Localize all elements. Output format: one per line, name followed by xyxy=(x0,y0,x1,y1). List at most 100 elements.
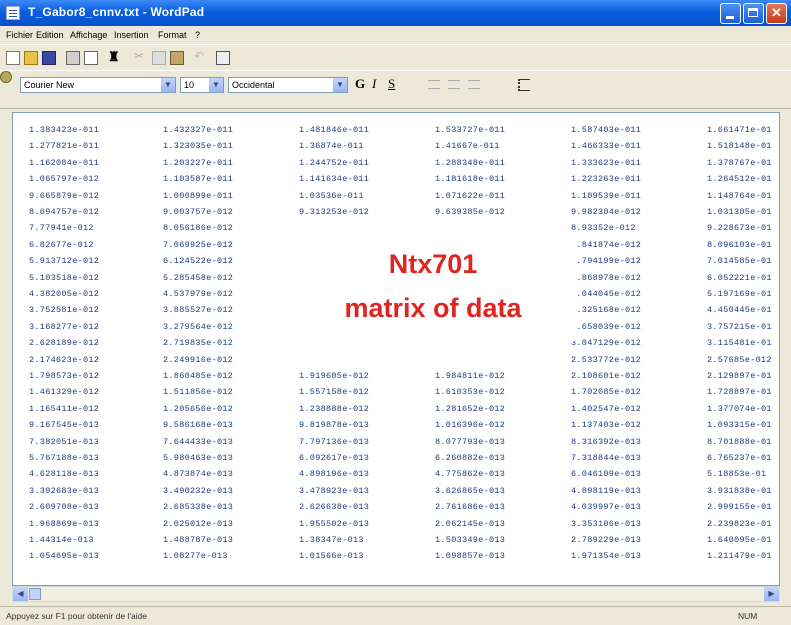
bullets-icon[interactable] xyxy=(518,79,530,91)
data-cell: 5.913712e-012 xyxy=(29,256,100,267)
document-text-area[interactable]: 1.383423e-011 1.432327e-011 1.481846e-011 1… xyxy=(12,112,780,586)
scroll-thumb[interactable] xyxy=(29,588,41,600)
horizontal-scrollbar[interactable]: ◀ ▶ xyxy=(12,586,780,602)
data-cell: 9.982304e-012 xyxy=(571,207,642,217)
maximize-button[interactable] xyxy=(743,3,764,24)
data-cell: 3.752581e-012 xyxy=(29,305,100,316)
open-folder-icon[interactable] xyxy=(24,51,38,65)
binoculars-icon[interactable]: ♜ xyxy=(108,49,122,64)
floppy-save-icon[interactable] xyxy=(42,51,56,65)
data-row: 2.609708e-013 2.685338e-013 2.626638e-013 2… xyxy=(13,502,779,515)
data-row: 1.277821e-011 1.323035e-011 1.36874e-011 1.… xyxy=(13,141,779,154)
annotation-overlay: Ntx701 matrix of data xyxy=(288,237,578,341)
bold-button[interactable]: G xyxy=(355,76,365,92)
menu-affichage[interactable]: Affichage xyxy=(70,30,107,40)
data-cell: 8.077793e-013 xyxy=(435,436,506,447)
data-cell: 1.238888e-012 xyxy=(299,403,370,414)
data-cell: 1.702085e-012 xyxy=(571,387,642,398)
underline-button[interactable]: S xyxy=(388,76,395,92)
script-select-value: Occidental xyxy=(232,80,275,90)
data-cell: 7.797136e-013 xyxy=(299,436,370,447)
printer-icon[interactable] xyxy=(66,51,80,65)
data-cell: 5.197169e-01 xyxy=(707,289,772,299)
minimize-button[interactable] xyxy=(720,3,741,24)
data-row: 1.44314e-013 1.488787e-013 1.38347e-013 1.5… xyxy=(13,535,779,548)
font-select[interactable]: Courier New ▼ xyxy=(20,77,176,93)
align-left-icon[interactable] xyxy=(428,80,440,89)
data-cell: 9.003757e-012 xyxy=(163,207,234,217)
data-cell: 4.382005e-012 xyxy=(29,289,100,299)
undo-icon[interactable]: ↶ xyxy=(194,49,208,63)
scissors-icon[interactable]: ✂ xyxy=(134,49,148,63)
data-cell: 2.174623e-012 xyxy=(29,354,100,365)
data-cell: 3.478923e-013 xyxy=(299,485,370,496)
data-cell: 2.249916e-012 xyxy=(163,354,234,365)
data-cell: 5.103518e-012 xyxy=(29,272,100,283)
data-cell: 2.108601e-012 xyxy=(571,371,642,381)
title-bar[interactable]: T_Gabor8_cnnv.txt - WordPad xyxy=(0,0,791,26)
data-cell: 1.264512e-01 xyxy=(707,174,772,185)
script-select[interactable]: Occidental ▼ xyxy=(228,77,348,93)
data-cell: 3.658039e-012 xyxy=(571,321,642,332)
italic-button[interactable]: I xyxy=(372,76,376,92)
ruler[interactable] xyxy=(0,98,791,109)
standard-toolbar: ♜ ✂ ↶ xyxy=(0,44,791,71)
menu-insertion[interactable]: Insertion xyxy=(114,30,149,40)
data-cell: 9.228673e-01 xyxy=(707,223,772,234)
data-cell: 1.860485e-012 xyxy=(163,371,234,381)
data-cell: 8.096103e-01 xyxy=(707,239,772,250)
chevron-down-icon[interactable]: ▼ xyxy=(209,78,223,92)
data-row: 5.767188e-013 5.980463e-013 6.092617e-013 6… xyxy=(13,453,779,466)
close-button[interactable] xyxy=(766,3,787,24)
menu-format[interactable]: Format xyxy=(158,30,187,40)
data-cell: 1.728897e-01 xyxy=(707,387,772,398)
data-cell: 8.056186e-012 xyxy=(163,223,234,234)
menu-edition[interactable]: Edition xyxy=(36,30,64,40)
data-cell: 8.694757e-012 xyxy=(29,207,100,217)
data-cell: 5.044045e-012 xyxy=(571,289,642,299)
data-cell: 1.323035e-011 xyxy=(163,141,234,152)
data-cell: 7.644433e-013 xyxy=(163,436,234,447)
data-cell: 2.533772e-012 xyxy=(571,354,642,365)
data-cell: 2.239823e-01 xyxy=(707,518,772,529)
data-cell: 3.626865e-013 xyxy=(435,485,506,496)
paste-icon[interactable] xyxy=(170,51,184,65)
data-cell: 6.046109e-013 xyxy=(571,469,642,480)
data-cell: 5.980463e-013 xyxy=(163,453,234,463)
wordpad-app-icon[interactable] xyxy=(6,6,20,20)
data-cell: 1.054695e-013 xyxy=(29,551,100,562)
data-cell: 6.82677e-012 xyxy=(29,239,94,250)
data-cell: 4.039997e-013 xyxy=(571,502,642,513)
chevron-down-icon[interactable]: ▼ xyxy=(333,78,347,92)
data-cell: 1.41667e-011 xyxy=(435,141,500,152)
data-cell: 1.244752e-011 xyxy=(299,157,370,168)
data-row: 1.065797e-012 1.103587e-011 1.141634e-011 1… xyxy=(13,174,779,187)
data-cell: 1.288348e-011 xyxy=(435,157,506,168)
data-cell: 8.701888e-01 xyxy=(707,436,772,447)
font-size-value: 10 xyxy=(184,80,195,90)
copy-icon[interactable] xyxy=(152,51,166,65)
new-doc-icon[interactable] xyxy=(6,51,20,65)
data-cell: 1.377074e-01 xyxy=(707,403,772,414)
data-cell: 2.789229e-013 xyxy=(571,535,642,545)
menu-help[interactable]: ? xyxy=(195,30,200,40)
menu-fichier[interactable]: Fichier xyxy=(6,30,33,40)
align-center-icon[interactable] xyxy=(448,80,460,89)
data-cell: 2.129897e-01 xyxy=(707,371,772,381)
format-toolbar: Courier New ▼ 10 ▼ Occidental ▼ G I S xyxy=(0,70,791,99)
window-title: T_Gabor8_cnnv.txt - WordPad xyxy=(28,5,205,19)
data-cell: 9.586168e-013 xyxy=(163,420,234,431)
datetime-icon[interactable] xyxy=(216,51,230,65)
chevron-down-icon[interactable]: ▼ xyxy=(161,78,175,92)
font-size-select[interactable]: 10 ▼ xyxy=(180,77,224,93)
print-preview-icon[interactable] xyxy=(84,51,98,65)
data-row: 1.383423e-011 1.432327e-011 1.481846e-011 1… xyxy=(13,125,779,138)
scroll-left-arrow-icon[interactable]: ◀ xyxy=(13,587,28,601)
data-row: 7.382051e-013 7.644433e-013 7.797136e-013 8… xyxy=(13,436,779,450)
data-cell: 5.18853e-01 xyxy=(707,469,767,480)
scroll-right-arrow-icon[interactable]: ▶ xyxy=(764,587,779,601)
align-right-icon[interactable] xyxy=(468,80,480,89)
data-cell: 1.587403e-011 xyxy=(571,125,642,135)
data-cell: 1.181618e-011 xyxy=(435,174,506,185)
paint-color-icon[interactable] xyxy=(0,71,12,83)
